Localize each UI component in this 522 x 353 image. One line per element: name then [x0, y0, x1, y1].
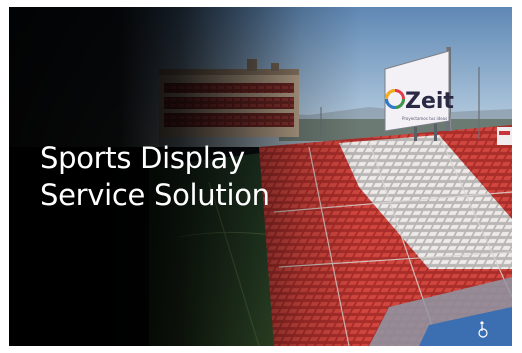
- far-grandstand: [159, 59, 299, 137]
- side-sign: [497, 127, 512, 145]
- hero-banner: Zeit Proyectamos tus ideas Sports Displa…: [9, 7, 512, 346]
- hero-headline: Sports Display Service Solution: [40, 140, 270, 214]
- billboard-tagline: Proyectamos tus ideas: [402, 116, 447, 121]
- headline-line-2: Service Solution: [40, 178, 270, 212]
- billboard-brand: Zeit: [405, 89, 454, 114]
- headline-line-1: Sports Display: [40, 141, 245, 175]
